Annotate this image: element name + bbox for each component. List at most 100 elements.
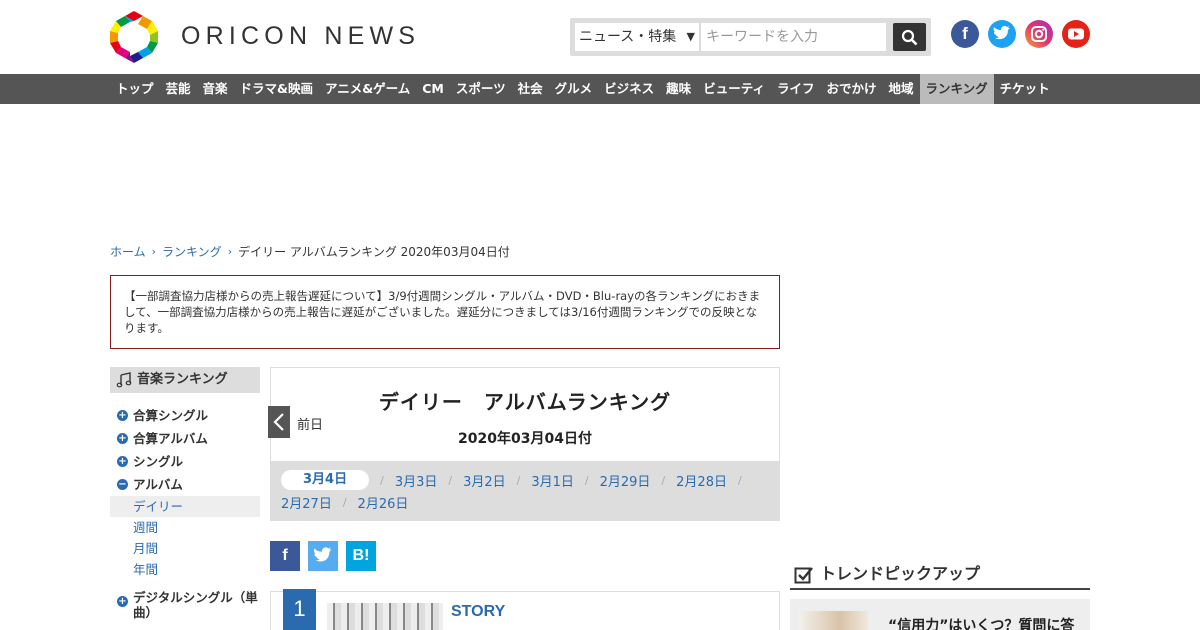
nav-item[interactable]: ビジネス bbox=[598, 74, 660, 104]
trend-card[interactable]: “信用力”はいくつ？質問に答 bbox=[790, 599, 1090, 630]
date-separator: / bbox=[342, 495, 347, 509]
date-tab[interactable]: 2月26日 bbox=[358, 493, 409, 512]
share-hatena-button[interactable]: B! bbox=[346, 541, 376, 571]
album-cover-image[interactable] bbox=[327, 603, 443, 630]
date-tab[interactable]: 2月28日 bbox=[676, 471, 727, 490]
trend-pickup-label: トレンドピックアップ bbox=[820, 564, 981, 583]
breadcrumb-ranking-link[interactable]: ランキング bbox=[162, 243, 222, 260]
nav-item[interactable]: トップ bbox=[110, 74, 160, 104]
sidebar-heading: 音楽ランキング bbox=[110, 367, 260, 393]
nav-item[interactable]: スポーツ bbox=[450, 74, 512, 104]
expand-icon[interactable]: + bbox=[117, 456, 128, 467]
nav-item[interactable]: 趣味 bbox=[660, 74, 697, 104]
previous-day-button[interactable] bbox=[268, 406, 290, 438]
breadcrumb-home-link[interactable]: ホーム bbox=[110, 243, 146, 260]
chevron-right-icon: › bbox=[151, 245, 157, 258]
instagram-icon[interactable] bbox=[1025, 20, 1053, 48]
sidebar-item-combined-single[interactable]: + 合算シングル bbox=[110, 404, 260, 427]
date-tab[interactable]: 3月1日 bbox=[531, 471, 574, 490]
nav-item[interactable]: 社会 bbox=[512, 74, 549, 104]
breadcrumb: ホーム › ランキング › デイリー アルバムランキング 2020年03月04日… bbox=[110, 243, 510, 260]
expand-icon[interactable]: + bbox=[117, 410, 128, 421]
site-header: ORICON NEWS ニュース・特集 ▼ f bbox=[0, 0, 1200, 74]
date-tab[interactable]: 3月4日 bbox=[281, 470, 370, 490]
sidebar-sub-monthly[interactable]: 月間 bbox=[110, 538, 260, 559]
expand-icon[interactable]: + bbox=[117, 596, 128, 607]
site-logo-text[interactable]: ORICON NEWS bbox=[181, 22, 420, 51]
youtube-icon[interactable] bbox=[1062, 20, 1090, 48]
sidebar-item-label: 合算シングル bbox=[133, 408, 209, 423]
trend-card-title[interactable]: “信用力”はいくつ？質問に答 bbox=[888, 615, 1074, 630]
ranking-header: デイリー アルバムランキング 2020年03月04日付 前日 3月4日 / 3月3日… bbox=[268, 367, 780, 521]
ranking-row: 1 STORY bbox=[270, 589, 780, 630]
date-tab[interactable]: 3月3日 bbox=[395, 471, 438, 490]
chevron-left-icon bbox=[273, 413, 284, 431]
nav-item[interactable]: 芸能 bbox=[160, 74, 197, 104]
nav-item[interactable]: グルメ bbox=[549, 74, 599, 104]
search-icon bbox=[901, 29, 918, 46]
ranking-date: 2020年03月04日付 bbox=[458, 431, 592, 447]
facebook-icon: f bbox=[282, 547, 288, 564]
share-twitter-button[interactable] bbox=[308, 541, 338, 571]
sidebar-menu: + 合算シングル + 合算アルバム + シングル − アルバム デイリー 週間 … bbox=[110, 404, 260, 620]
search-category-select[interactable]: ニュース・特集 ▼ bbox=[575, 23, 699, 51]
date-separator: / bbox=[584, 473, 589, 487]
sidebar-sub-yearly[interactable]: 年間 bbox=[110, 559, 260, 580]
sidebar-item-single[interactable]: + シングル bbox=[110, 450, 260, 473]
date-separator: / bbox=[737, 473, 742, 487]
nav-item[interactable]: ランキング bbox=[919, 74, 994, 104]
twitter-icon[interactable] bbox=[988, 20, 1016, 48]
trend-thumbnail[interactable] bbox=[798, 611, 868, 630]
sidebar-sub-weekly[interactable]: 週間 bbox=[110, 517, 260, 538]
previous-day-label[interactable]: 前日 bbox=[297, 414, 323, 433]
date-tabs: 3月4日/3月3日/3月2日/3月1日/2月29日/2月28日/ 2月27日/2… bbox=[271, 461, 779, 521]
album-title-link[interactable]: STORY bbox=[451, 603, 505, 621]
chevron-right-icon: › bbox=[227, 245, 233, 258]
collapse-icon[interactable]: − bbox=[117, 479, 128, 490]
sidebar-heading-label: 音楽ランキング bbox=[137, 372, 228, 387]
search-button[interactable] bbox=[893, 23, 926, 51]
date-separator: / bbox=[380, 473, 384, 487]
search-input[interactable] bbox=[701, 23, 886, 51]
sidebar-item-label: アルバム bbox=[133, 477, 183, 492]
rank-number: 1 bbox=[283, 589, 316, 630]
twitter-icon bbox=[313, 547, 332, 562]
date-tab[interactable]: 2月27日 bbox=[281, 493, 332, 512]
nav-items: トップ 芸能 音楽 ドラマ&映画 アニメ&ゲーム CM スポーツ 社会 グルメ ビジネス 趣味 ビュー… bbox=[110, 74, 1056, 104]
nav-item[interactable]: ビューティ bbox=[697, 74, 771, 104]
oricon-logo-icon[interactable] bbox=[110, 11, 158, 63]
sidebar-item-digital-single[interactable]: + デジタルシングル（単曲） bbox=[110, 586, 260, 620]
sidebar-item-label: シングル bbox=[133, 454, 184, 469]
nav-item[interactable]: ドラマ&映画 bbox=[234, 74, 319, 104]
search-form: ニュース・特集 ▼ bbox=[570, 18, 931, 56]
date-separator: / bbox=[516, 473, 521, 487]
sidebar-item-label: 合算アルバム bbox=[133, 431, 208, 446]
nav-item[interactable]: CM bbox=[416, 74, 450, 104]
delay-notice: 【一部調査協力店様からの売上報告遅延について】3/9付週間シングル・アルバム・D… bbox=[110, 275, 780, 349]
nav-item[interactable]: チケット bbox=[994, 74, 1056, 104]
expand-icon[interactable]: + bbox=[117, 433, 128, 444]
share-facebook-button[interactable]: f bbox=[270, 541, 300, 571]
nav-item[interactable]: アニメ&ゲーム bbox=[319, 74, 416, 104]
date-tabs-row: 2月27日 / 2月26日 bbox=[281, 491, 769, 513]
sidebar-item-label: デジタルシングル（単曲） bbox=[133, 590, 258, 620]
caret-down-icon: ▼ bbox=[686, 30, 695, 43]
nav-item[interactable]: ライフ bbox=[771, 74, 821, 104]
search-category-label: ニュース・特集 bbox=[579, 29, 677, 45]
nav-item[interactable]: 音楽 bbox=[197, 74, 234, 104]
sidebar-sub-daily[interactable]: デイリー bbox=[110, 496, 260, 517]
sidebar-item-combined-album[interactable]: + 合算アルバム bbox=[110, 427, 260, 450]
date-tab[interactable]: 2月29日 bbox=[600, 471, 651, 490]
date-tab[interactable]: 3月2日 bbox=[463, 471, 506, 490]
hatena-bookmark-icon: B! bbox=[352, 547, 370, 564]
nav-item[interactable]: おでかけ bbox=[820, 74, 882, 104]
date-separator: / bbox=[448, 473, 453, 487]
breadcrumb-current: デイリー アルバムランキング 2020年03月04日付 bbox=[238, 245, 510, 259]
date-separator: / bbox=[661, 473, 666, 487]
nav-item[interactable]: 地域 bbox=[882, 74, 919, 104]
sidebar-item-album[interactable]: − アルバム bbox=[110, 473, 260, 496]
date-tabs-row: 3月4日 / 3月3日 / 3月2日 / 3月1日 / 2月29日 / 2月28日 / bbox=[281, 469, 769, 491]
facebook-icon[interactable]: f bbox=[951, 20, 979, 48]
global-nav: トップ 芸能 音楽 ドラマ&映画 アニメ&ゲーム CM スポーツ 社会 グルメ ビジネス 趣味 ビュー… bbox=[0, 74, 1200, 104]
music-note-icon bbox=[116, 372, 132, 388]
